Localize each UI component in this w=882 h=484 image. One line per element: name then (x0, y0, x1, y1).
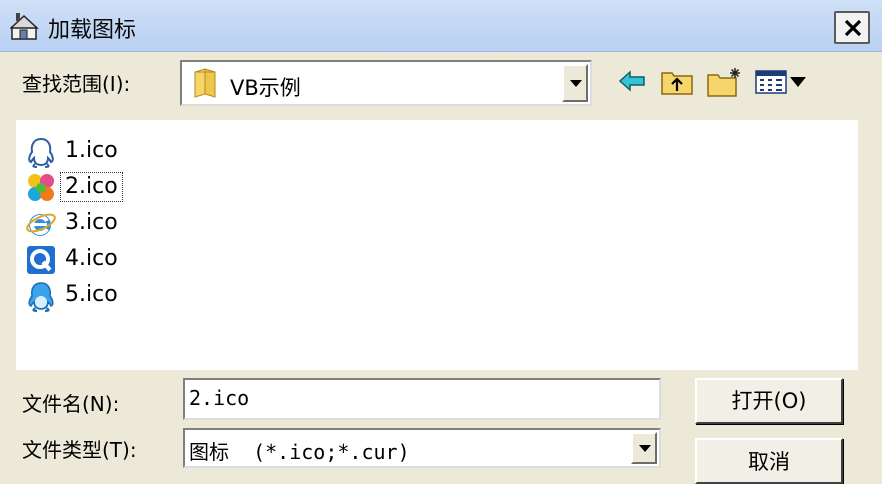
qq-penguin-outline-icon (28, 137, 54, 168)
view-menu-icon[interactable] (754, 66, 810, 96)
back-arrow-icon[interactable] (618, 66, 646, 96)
look-in-dropdown[interactable]: VB示例 (180, 60, 592, 106)
file-name: 5.ico (65, 282, 118, 307)
filename-input[interactable]: 2.ico (183, 378, 661, 420)
new-folder-icon[interactable] (706, 66, 744, 98)
file-name: 4.ico (65, 246, 118, 271)
filetype-value: 图标 (*.ico;*.cur) (189, 440, 410, 464)
look-in-label: 查找范围(I): (22, 72, 131, 96)
q-letter-icon (27, 246, 55, 274)
close-icon (844, 19, 862, 37)
internet-explorer-icon (26, 213, 56, 236)
up-folder-icon[interactable] (660, 66, 694, 96)
cancel-button[interactable]: 取消 (695, 438, 843, 484)
filetype-dropdown[interactable]: 图标 (*.ico;*.cur) (183, 428, 661, 468)
filename-label: 文件名(N): (22, 392, 120, 416)
title-bar[interactable]: 加载图标 (0, 0, 882, 52)
window-title: 加载图标 (48, 18, 137, 43)
file-list[interactable]: 1.ico 2.ico 3.ico 4.ico 5.ico (16, 120, 858, 370)
file-name: 2.ico (60, 172, 123, 202)
filetype-dropdown-button[interactable] (631, 432, 657, 464)
look-in-dropdown-button[interactable] (562, 64, 588, 102)
colorful-flower-icon (28, 174, 54, 201)
filetype-label: 文件类型(T): (22, 438, 137, 462)
file-name: 1.ico (65, 138, 118, 163)
look-in-value: VB示例 (230, 76, 301, 100)
qq-penguin-blue-icon (28, 282, 54, 312)
open-button[interactable]: 打开(O) (695, 378, 843, 424)
app-icon (10, 13, 39, 40)
close-button[interactable] (834, 11, 870, 44)
folder-icon (194, 68, 216, 98)
file-name: 3.ico (65, 210, 118, 235)
chevron-down-icon (570, 80, 582, 87)
chevron-down-icon (639, 445, 651, 452)
